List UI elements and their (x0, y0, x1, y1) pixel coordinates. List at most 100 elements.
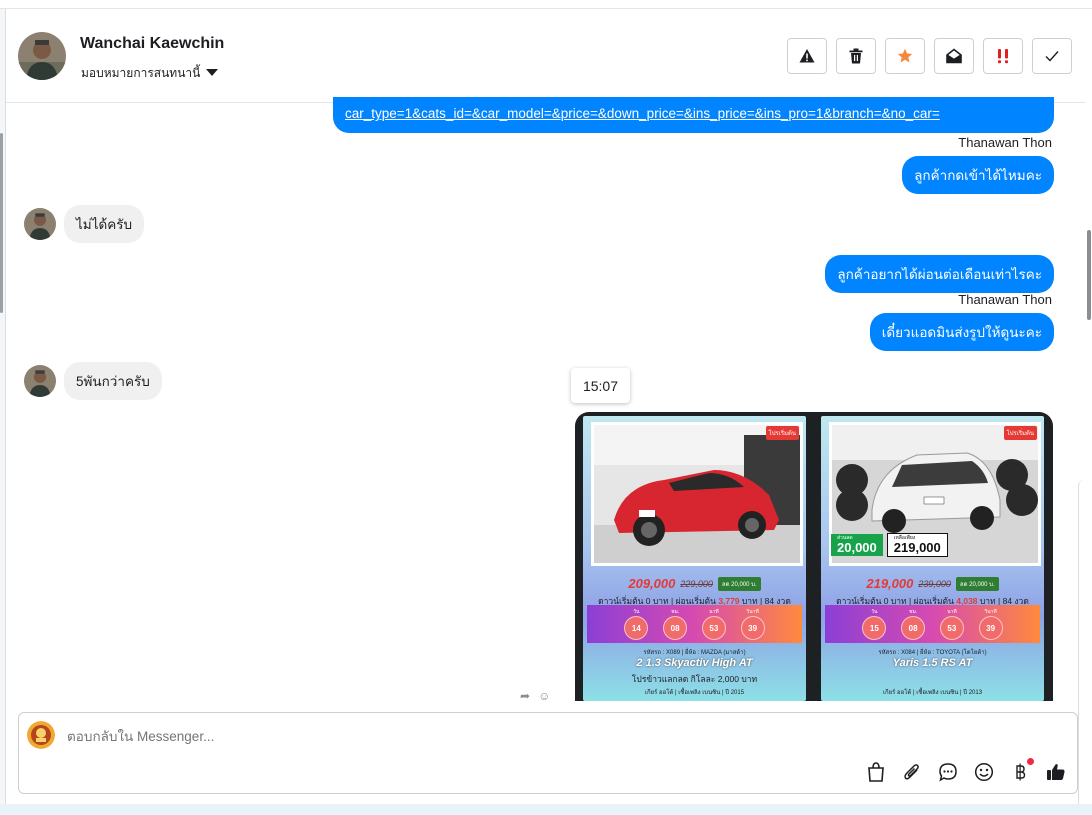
header-actions (787, 38, 1072, 74)
countdown-value: 39 (740, 616, 765, 640)
promo-tag: โปรเริ่มต้น (1003, 426, 1037, 440)
left-scrollbar-thumb[interactable] (0, 133, 3, 313)
paperclip-icon[interactable] (900, 760, 923, 783)
car-model: 2 1.3 Skyactiv High AT (636, 657, 753, 669)
car-footer-info: เกียร์ ออโต้ | เชื้อเพลิง เบนซิน | ปี 20… (882, 690, 983, 696)
message-composer (18, 712, 1078, 794)
timestamp-tooltip: 15:07 (571, 368, 630, 403)
price-row: 209,000 229,000 ลด 20,000 บ. (583, 576, 806, 591)
sender-name: Thanawan Thon (958, 135, 1052, 150)
star-icon (897, 48, 913, 63)
assign-conversation-dropdown[interactable]: มอบหมายการสนทนานี้ (81, 64, 219, 83)
countdown-label: ชม. (671, 609, 680, 615)
car-model: Yaris 1.5 RS AT (892, 657, 973, 669)
composer-toolbar (864, 758, 1067, 783)
old-price: 229,000 (680, 578, 713, 589)
mark-unread-button[interactable] (934, 38, 974, 74)
chat-bubble-icon[interactable] (936, 760, 959, 783)
image-attachment[interactable]: โปรเริ่มต้น 209,000 229,000 ลด 20,000 บ.… (575, 412, 1053, 701)
countdown-value: 08 (663, 616, 688, 640)
sales-banner: ส่วนลด 20,000 เหลือเพียง 219,000 (831, 532, 1031, 558)
envelope-open-icon (946, 48, 962, 64)
remaining-price-box: เหลือเพียง 219,000 (886, 533, 948, 557)
bottom-status-bar (0, 804, 1092, 815)
countdown-seconds: วินาที 39 (978, 608, 1003, 640)
side-panel-edge (1078, 480, 1092, 810)
trash-icon (849, 48, 863, 64)
smiley-icon[interactable] (972, 760, 995, 783)
car-ad-mazda: โปรเริ่มต้น 209,000 229,000 ลด 20,000 บ.… (583, 416, 806, 701)
link-text[interactable]: car_type=1&cats_id=&car_model=&price=&do… (345, 106, 940, 121)
double-exclamation-icon (998, 49, 1008, 64)
star-button[interactable] (885, 38, 925, 74)
page-avatar (27, 721, 55, 749)
discount-badge: ลด 20,000 บ. (955, 576, 999, 591)
discount-badge: ลด 20,000 บ. (717, 576, 761, 591)
thumbs-up-icon[interactable] (1044, 760, 1067, 783)
countdown-label: วินาที (984, 609, 997, 615)
discount-value: 20,000 (837, 540, 877, 555)
sale-price: 219,000 (866, 576, 914, 591)
countdown-label: วัน (871, 609, 878, 615)
incoming-message[interactable]: 5พันกว่าครับ (64, 362, 162, 400)
messenger-conversation-window: Wanchai Kaewchin มอบหมายการสนทนานี้ car_… (0, 0, 1092, 815)
countdown-value: 39 (978, 616, 1003, 640)
reply-input[interactable] (67, 729, 967, 744)
countdown-days: วัน 15 (862, 608, 887, 640)
assign-label: มอบหมายการสนทนานี้ (81, 66, 201, 80)
shopping-bag-icon[interactable] (864, 760, 887, 783)
countdown-minutes: นาที 53 (701, 608, 726, 640)
top-border (0, 0, 1092, 9)
warning-icon (799, 49, 815, 63)
countdown-value: 15 (862, 616, 887, 640)
countdown-label: นาที (947, 609, 957, 615)
sender-name: Thanawan Thon (958, 292, 1052, 307)
contact-avatar-small[interactable] (24, 208, 56, 240)
outgoing-message[interactable]: ลูกค้าอยากได้ผ่อนต่อเดือนเท่าไรคะ (825, 255, 1054, 293)
remaining-value: 219,000 (893, 540, 941, 555)
outgoing-message[interactable]: ลูกค้ากดเข้าได้ไหมคะ (902, 156, 1054, 194)
countdown-label: ชม. (909, 609, 918, 615)
sale-price: 209,000 (628, 576, 676, 591)
countdown-minutes: นาที 53 (939, 608, 964, 640)
car-spec: รหัสรถ : X084 | ยี่ห้อ : TOYOTA (โตโยต้า… (878, 650, 987, 656)
countdown-hours: ชม. 08 (663, 608, 688, 640)
countdown-label: นาที (709, 609, 719, 615)
car-ad-toyota: โปรเริ่มต้น ส่วนลด 20,000 เหลือเพียง 219,0… (821, 416, 1044, 701)
countdown-seconds: วินาที 39 (740, 608, 765, 640)
baht-icon[interactable] (1008, 758, 1034, 783)
caret-down-icon (206, 68, 219, 76)
countdown-timer: วัน 15 ชม. 08 นาที 53 วินาที 39 (825, 605, 1040, 643)
left-scrollbar[interactable] (0, 9, 6, 804)
car-photo: โปรเริ่มต้น (591, 422, 803, 566)
old-price: 239,000 (918, 578, 951, 589)
contact-avatar-small[interactable] (24, 365, 56, 397)
countdown-value: 08 (901, 616, 926, 640)
message-reactions: ➦ ☺ (520, 689, 550, 703)
important-button[interactable] (983, 38, 1023, 74)
contact-avatar[interactable] (18, 32, 66, 80)
delete-button[interactable] (836, 38, 876, 74)
countdown-label: วัน (633, 609, 640, 615)
car-footer-info: เกียร์ ออโต้ | เชื้อเพลิง เบนซิน | ปี 20… (644, 690, 745, 696)
countdown-value: 53 (701, 616, 726, 640)
link-message-bubble[interactable]: car_type=1&cats_id=&car_model=&price=&do… (333, 97, 1054, 133)
countdown-hours: ชม. 08 (901, 608, 926, 640)
share-icon[interactable]: ➦ (520, 689, 530, 703)
smiley-react-icon[interactable]: ☺ (538, 689, 550, 703)
countdown-label: วินาที (746, 609, 759, 615)
report-button[interactable] (787, 38, 827, 74)
price-row: 219,000 239,000 ลด 20,000 บ. (821, 576, 1044, 591)
contact-name[interactable]: Wanchai Kaewchin (80, 35, 224, 53)
promo-tag: โปรเริ่มต้น (765, 426, 799, 440)
countdown-timer: วัน 14 ชม. 08 นาที 53 วินาที 39 (587, 605, 802, 643)
car-spec: รหัสรถ : X089 | ยี่ห้อ : MAZDA (มาสด้า) (643, 650, 746, 656)
done-button[interactable] (1032, 38, 1072, 74)
incoming-message[interactable]: ไม่ได้ครับ (64, 205, 145, 243)
discount-box: ส่วนลด 20,000 (831, 534, 883, 556)
outgoing-message[interactable]: เดี๋ยวแอดมินส่งรูปให้ดูนะคะ (869, 313, 1054, 351)
promo-text: โปรข้าวแลกลด กิโลละ 2,000 บาท (631, 674, 758, 684)
countdown-value: 14 (624, 616, 649, 640)
notification-dot (1027, 758, 1034, 765)
message-scrollbar-thumb[interactable] (1087, 230, 1091, 320)
